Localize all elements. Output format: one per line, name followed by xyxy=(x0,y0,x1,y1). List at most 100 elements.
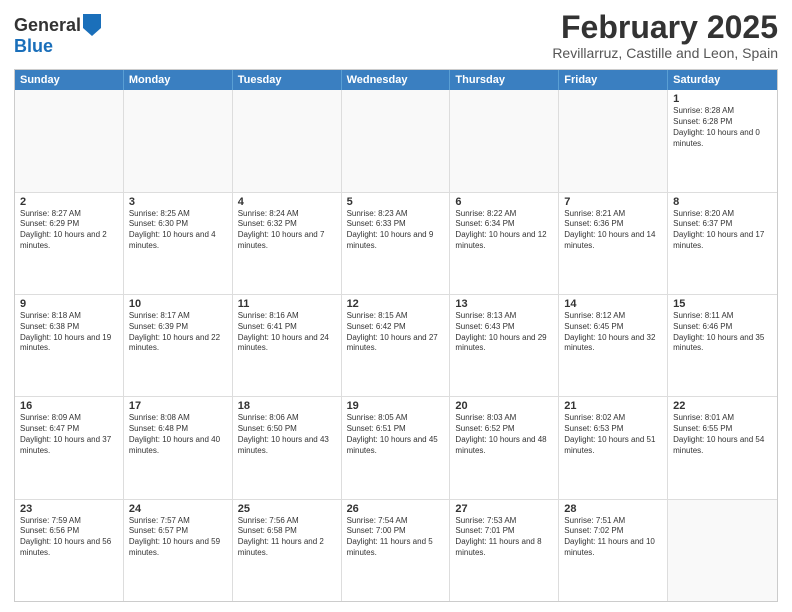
calendar-empty-cell xyxy=(15,90,124,191)
calendar-day-4: 4Sunrise: 8:24 AM Sunset: 6:32 PM Daylig… xyxy=(233,193,342,294)
day-info: Sunrise: 8:18 AM Sunset: 6:38 PM Dayligh… xyxy=(20,311,118,354)
calendar-day-12: 12Sunrise: 8:15 AM Sunset: 6:42 PM Dayli… xyxy=(342,295,451,396)
header: General Blue February 2025 Revillarruz, … xyxy=(14,10,778,61)
day-number: 4 xyxy=(238,196,336,208)
day-number: 23 xyxy=(20,503,118,515)
day-number: 13 xyxy=(455,298,553,310)
day-number: 21 xyxy=(564,400,662,412)
header-day-wednesday: Wednesday xyxy=(342,70,451,90)
calendar-day-6: 6Sunrise: 8:22 AM Sunset: 6:34 PM Daylig… xyxy=(450,193,559,294)
day-info: Sunrise: 7:59 AM Sunset: 6:56 PM Dayligh… xyxy=(20,516,118,559)
calendar-week-2: 2Sunrise: 8:27 AM Sunset: 6:29 PM Daylig… xyxy=(15,193,777,295)
day-number: 16 xyxy=(20,400,118,412)
calendar-day-26: 26Sunrise: 7:54 AM Sunset: 7:00 PM Dayli… xyxy=(342,500,451,601)
calendar: SundayMondayTuesdayWednesdayThursdayFrid… xyxy=(14,69,778,602)
day-number: 3 xyxy=(129,196,227,208)
day-info: Sunrise: 8:01 AM Sunset: 6:55 PM Dayligh… xyxy=(673,413,772,456)
calendar-day-24: 24Sunrise: 7:57 AM Sunset: 6:57 PM Dayli… xyxy=(124,500,233,601)
day-info: Sunrise: 8:23 AM Sunset: 6:33 PM Dayligh… xyxy=(347,209,445,252)
day-info: Sunrise: 8:22 AM Sunset: 6:34 PM Dayligh… xyxy=(455,209,553,252)
calendar-day-3: 3Sunrise: 8:25 AM Sunset: 6:30 PM Daylig… xyxy=(124,193,233,294)
day-number: 27 xyxy=(455,503,553,515)
day-info: Sunrise: 8:24 AM Sunset: 6:32 PM Dayligh… xyxy=(238,209,336,252)
day-number: 28 xyxy=(564,503,662,515)
day-number: 25 xyxy=(238,503,336,515)
calendar-day-11: 11Sunrise: 8:16 AM Sunset: 6:41 PM Dayli… xyxy=(233,295,342,396)
calendar-day-22: 22Sunrise: 8:01 AM Sunset: 6:55 PM Dayli… xyxy=(668,397,777,498)
calendar-week-1: 1Sunrise: 8:28 AM Sunset: 6:28 PM Daylig… xyxy=(15,90,777,192)
day-info: Sunrise: 8:09 AM Sunset: 6:47 PM Dayligh… xyxy=(20,413,118,456)
day-number: 1 xyxy=(673,93,772,105)
day-number: 20 xyxy=(455,400,553,412)
day-info: Sunrise: 8:16 AM Sunset: 6:41 PM Dayligh… xyxy=(238,311,336,354)
logo-icon xyxy=(83,14,101,36)
header-day-monday: Monday xyxy=(124,70,233,90)
header-day-saturday: Saturday xyxy=(668,70,777,90)
day-number: 9 xyxy=(20,298,118,310)
page: General Blue February 2025 Revillarruz, … xyxy=(0,0,792,612)
day-number: 24 xyxy=(129,503,227,515)
calendar-day-18: 18Sunrise: 8:06 AM Sunset: 6:50 PM Dayli… xyxy=(233,397,342,498)
day-number: 8 xyxy=(673,196,772,208)
calendar-day-13: 13Sunrise: 8:13 AM Sunset: 6:43 PM Dayli… xyxy=(450,295,559,396)
logo-general: General xyxy=(14,15,81,36)
day-info: Sunrise: 8:27 AM Sunset: 6:29 PM Dayligh… xyxy=(20,209,118,252)
day-info: Sunrise: 8:02 AM Sunset: 6:53 PM Dayligh… xyxy=(564,413,662,456)
logo-blue: Blue xyxy=(14,36,53,56)
header-day-tuesday: Tuesday xyxy=(233,70,342,90)
day-number: 15 xyxy=(673,298,772,310)
day-info: Sunrise: 8:25 AM Sunset: 6:30 PM Dayligh… xyxy=(129,209,227,252)
calendar-empty-cell xyxy=(450,90,559,191)
day-info: Sunrise: 7:57 AM Sunset: 6:57 PM Dayligh… xyxy=(129,516,227,559)
calendar-day-20: 20Sunrise: 8:03 AM Sunset: 6:52 PM Dayli… xyxy=(450,397,559,498)
day-info: Sunrise: 8:13 AM Sunset: 6:43 PM Dayligh… xyxy=(455,311,553,354)
calendar-empty-cell xyxy=(559,90,668,191)
calendar-day-8: 8Sunrise: 8:20 AM Sunset: 6:37 PM Daylig… xyxy=(668,193,777,294)
day-number: 14 xyxy=(564,298,662,310)
day-number: 2 xyxy=(20,196,118,208)
calendar-day-25: 25Sunrise: 7:56 AM Sunset: 6:58 PM Dayli… xyxy=(233,500,342,601)
header-day-thursday: Thursday xyxy=(450,70,559,90)
day-info: Sunrise: 8:06 AM Sunset: 6:50 PM Dayligh… xyxy=(238,413,336,456)
calendar-day-28: 28Sunrise: 7:51 AM Sunset: 7:02 PM Dayli… xyxy=(559,500,668,601)
calendar-empty-cell xyxy=(233,90,342,191)
day-info: Sunrise: 8:28 AM Sunset: 6:28 PM Dayligh… xyxy=(673,106,772,149)
calendar-week-5: 23Sunrise: 7:59 AM Sunset: 6:56 PM Dayli… xyxy=(15,500,777,601)
calendar-day-9: 9Sunrise: 8:18 AM Sunset: 6:38 PM Daylig… xyxy=(15,295,124,396)
day-number: 7 xyxy=(564,196,662,208)
day-info: Sunrise: 8:03 AM Sunset: 6:52 PM Dayligh… xyxy=(455,413,553,456)
calendar-day-27: 27Sunrise: 7:53 AM Sunset: 7:01 PM Dayli… xyxy=(450,500,559,601)
day-info: Sunrise: 8:15 AM Sunset: 6:42 PM Dayligh… xyxy=(347,311,445,354)
day-number: 17 xyxy=(129,400,227,412)
day-info: Sunrise: 8:21 AM Sunset: 6:36 PM Dayligh… xyxy=(564,209,662,252)
day-info: Sunrise: 7:51 AM Sunset: 7:02 PM Dayligh… xyxy=(564,516,662,559)
day-number: 18 xyxy=(238,400,336,412)
day-info: Sunrise: 8:17 AM Sunset: 6:39 PM Dayligh… xyxy=(129,311,227,354)
day-number: 5 xyxy=(347,196,445,208)
calendar-day-7: 7Sunrise: 8:21 AM Sunset: 6:36 PM Daylig… xyxy=(559,193,668,294)
day-info: Sunrise: 7:54 AM Sunset: 7:00 PM Dayligh… xyxy=(347,516,445,559)
calendar-day-14: 14Sunrise: 8:12 AM Sunset: 6:45 PM Dayli… xyxy=(559,295,668,396)
calendar-day-17: 17Sunrise: 8:08 AM Sunset: 6:48 PM Dayli… xyxy=(124,397,233,498)
calendar-empty-cell xyxy=(124,90,233,191)
calendar-day-15: 15Sunrise: 8:11 AM Sunset: 6:46 PM Dayli… xyxy=(668,295,777,396)
calendar-empty-cell xyxy=(668,500,777,601)
calendar-body: 1Sunrise: 8:28 AM Sunset: 6:28 PM Daylig… xyxy=(15,90,777,601)
calendar-day-21: 21Sunrise: 8:02 AM Sunset: 6:53 PM Dayli… xyxy=(559,397,668,498)
day-number: 19 xyxy=(347,400,445,412)
day-number: 22 xyxy=(673,400,772,412)
day-info: Sunrise: 8:11 AM Sunset: 6:46 PM Dayligh… xyxy=(673,311,772,354)
header-day-sunday: Sunday xyxy=(15,70,124,90)
day-number: 12 xyxy=(347,298,445,310)
calendar-empty-cell xyxy=(342,90,451,191)
day-number: 6 xyxy=(455,196,553,208)
calendar-day-19: 19Sunrise: 8:05 AM Sunset: 6:51 PM Dayli… xyxy=(342,397,451,498)
header-day-friday: Friday xyxy=(559,70,668,90)
calendar-day-16: 16Sunrise: 8:09 AM Sunset: 6:47 PM Dayli… xyxy=(15,397,124,498)
day-number: 11 xyxy=(238,298,336,310)
day-number: 26 xyxy=(347,503,445,515)
month-title: February 2025 xyxy=(552,10,778,45)
day-info: Sunrise: 7:56 AM Sunset: 6:58 PM Dayligh… xyxy=(238,516,336,559)
day-info: Sunrise: 8:20 AM Sunset: 6:37 PM Dayligh… xyxy=(673,209,772,252)
day-number: 10 xyxy=(129,298,227,310)
